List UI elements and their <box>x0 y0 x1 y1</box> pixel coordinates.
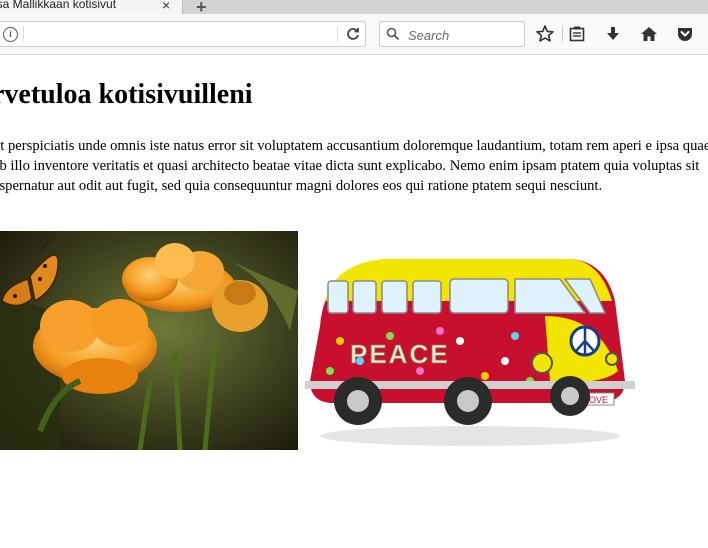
close-icon[interactable]: × <box>162 0 170 13</box>
clipboard-icon[interactable] <box>567 24 587 44</box>
search-bar[interactable] <box>379 21 525 47</box>
navigation-toolbar: i <box>0 14 708 55</box>
van-peace-text: PEACE <box>350 339 450 369</box>
toolbar-divider <box>562 26 563 42</box>
reload-icon[interactable] <box>345 26 361 42</box>
intro-paragraph: ut perspiciatis unde omnis iste natus er… <box>0 138 708 194</box>
hippie-van-image: PEACE LOVE <box>305 259 635 446</box>
page-title: rvetuloa kotisivuilleni <box>0 79 253 110</box>
download-icon[interactable] <box>603 24 623 44</box>
tab-strip: isa Mallikkaan kotisivut × + <box>0 0 708 14</box>
search-icon <box>386 27 400 41</box>
new-tab-button[interactable]: + <box>196 0 207 14</box>
tab-title: isa Mallikkaan kotisivut <box>0 0 117 11</box>
url-input[interactable] <box>27 25 331 45</box>
search-input[interactable] <box>406 26 520 44</box>
page-content: rvetuloa kotisivuilleni ut perspiciatis … <box>0 55 708 548</box>
url-bar[interactable]: i <box>0 21 366 47</box>
active-tab[interactable]: isa Mallikkaan kotisivut × <box>0 0 183 14</box>
url-divider-right <box>337 26 338 42</box>
home-icon[interactable] <box>639 24 659 44</box>
pocket-icon[interactable] <box>675 24 695 44</box>
url-divider <box>23 26 24 42</box>
flowers-butterfly-image <box>0 231 298 450</box>
star-icon[interactable] <box>535 24 555 44</box>
info-icon[interactable]: i <box>3 27 18 42</box>
